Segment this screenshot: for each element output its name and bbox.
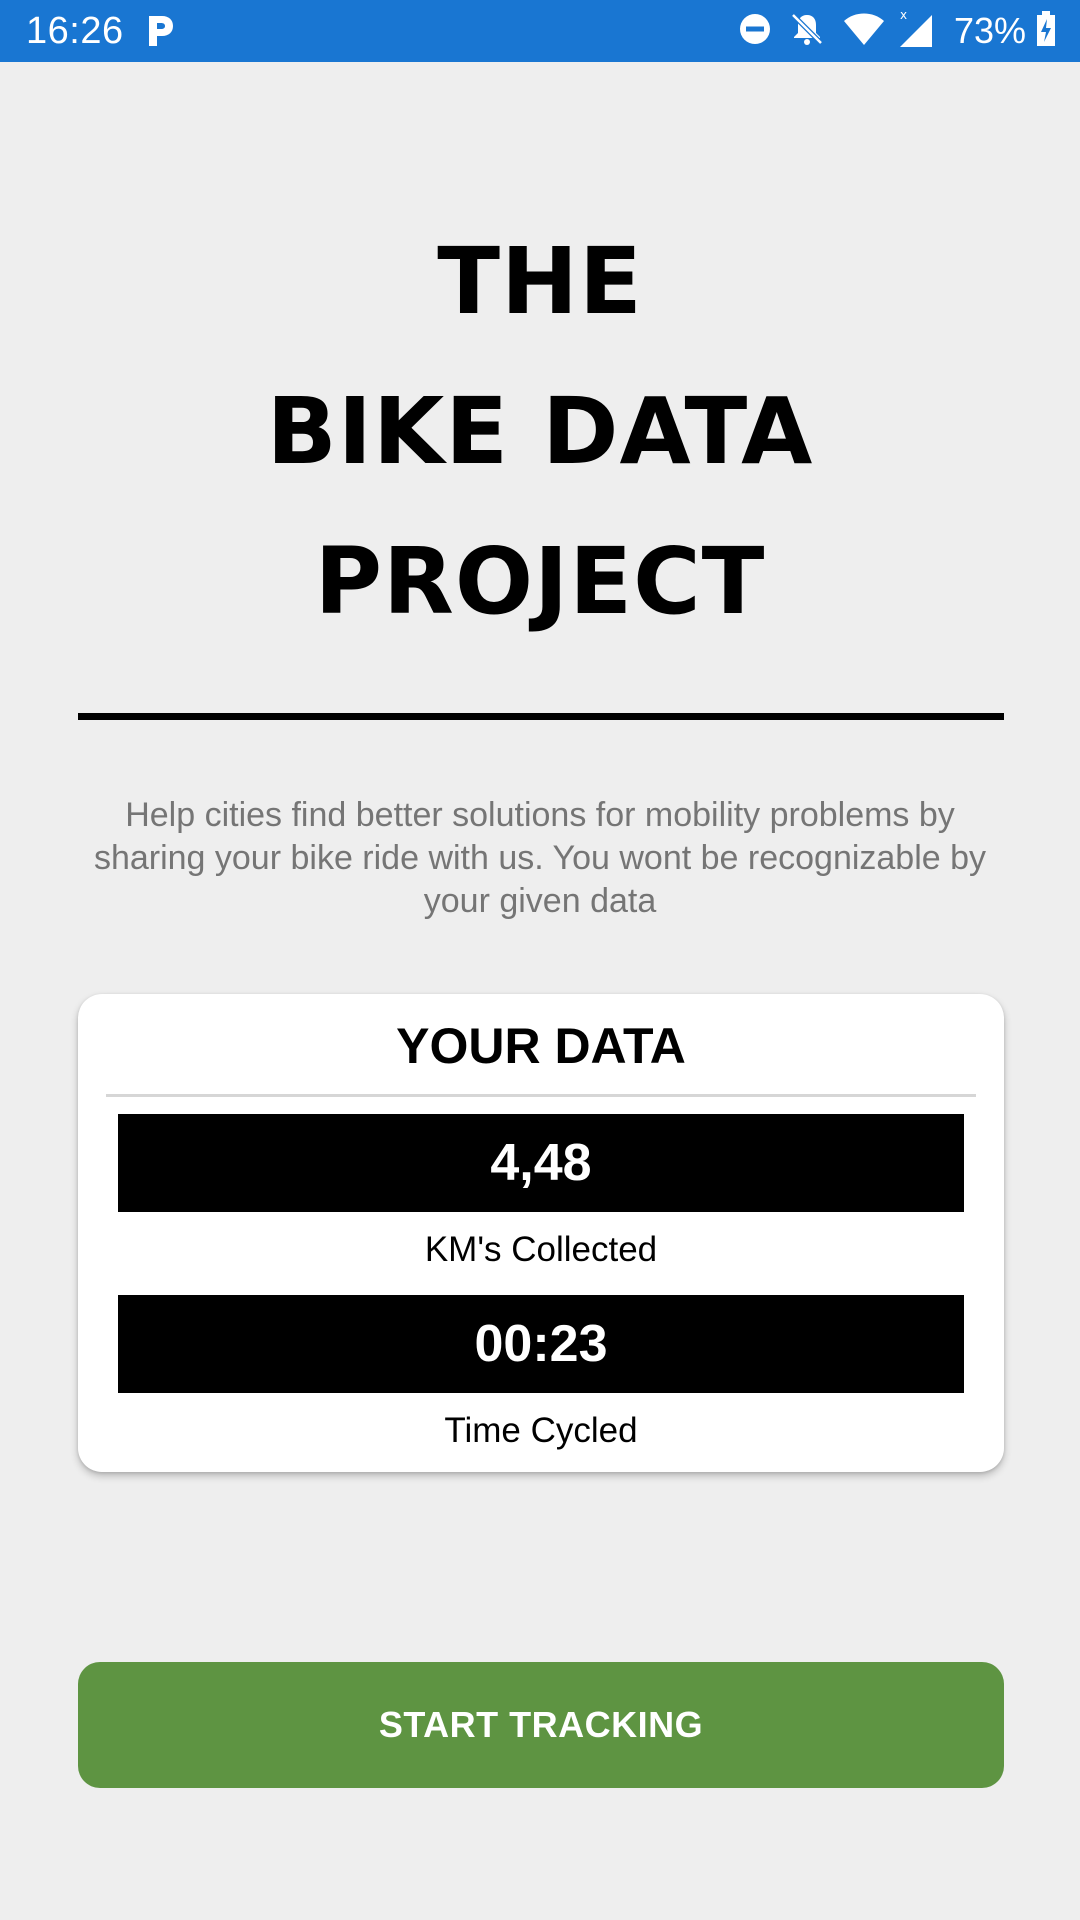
card-divider bbox=[106, 1094, 976, 1097]
parking-app-icon bbox=[145, 14, 175, 48]
notifications-off-icon bbox=[788, 10, 826, 53]
title-line-2: BIKE DATA bbox=[266, 378, 814, 485]
km-collected-label: KM's Collected bbox=[424, 1230, 658, 1269]
signal-icon: x bbox=[896, 8, 936, 54]
battery-percentage: 73% bbox=[953, 10, 1026, 51]
status-time: 16:26 bbox=[26, 10, 124, 52]
your-data-card: YOUR DATA 4,48 KM's Collected 00:23 Time… bbox=[78, 994, 1004, 1472]
app-title: THE BIKE DATA PROJECT bbox=[0, 210, 1080, 660]
battery-charging-icon bbox=[1036, 10, 1056, 52]
start-tracking-button[interactable]: START TRACKING bbox=[78, 1662, 1004, 1788]
card-title: YOUR DATA bbox=[396, 1018, 686, 1074]
title-line-3: PROJECT bbox=[314, 528, 766, 635]
title-line-1: THE bbox=[437, 228, 643, 335]
svg-text:x: x bbox=[900, 9, 907, 22]
km-collected-value: 4,48 bbox=[118, 1114, 964, 1212]
description-text: Help cities find better solutions for mo… bbox=[93, 796, 987, 920]
time-cycled-value: 00:23 bbox=[118, 1295, 964, 1393]
do-not-disturb-icon bbox=[738, 12, 772, 51]
status-bar: 16:26 x 73% bbox=[0, 0, 1080, 62]
title-divider bbox=[78, 713, 1004, 720]
status-icons: x 73% bbox=[722, 0, 1056, 62]
wifi-icon bbox=[842, 11, 886, 52]
time-cycled-label: Time Cycled bbox=[444, 1411, 638, 1450]
